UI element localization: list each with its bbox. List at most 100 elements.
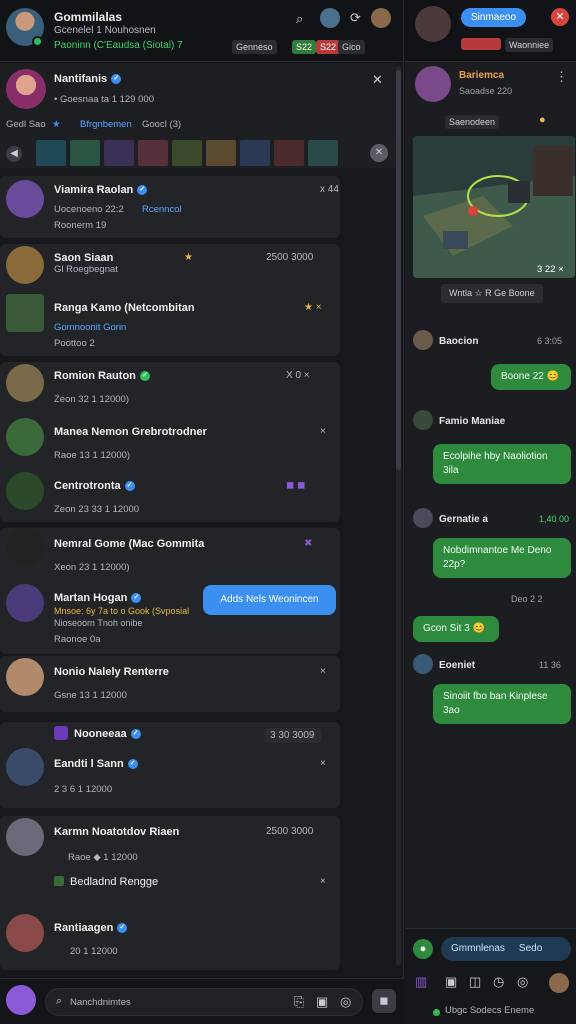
game-screenshot-image[interactable]: 3 22 ×	[413, 136, 575, 278]
chat-preview: Gsne 13 1 12000	[54, 690, 127, 701]
status-line: Paoninn (C'Eaudsa (Siotal) 7	[54, 40, 183, 51]
chat-actions[interactable]: x 44	[320, 184, 339, 195]
add-icon[interactable]: ●	[413, 939, 433, 959]
conversation-panel: Sinmaeoo ✕ Waonniee Bariemca Saoadse 220…	[405, 0, 576, 1024]
image-icon[interactable]: ▣	[445, 975, 457, 988]
close-icon[interactable]: ✕	[551, 8, 569, 26]
pinned-name: Nantifanis ✓	[54, 73, 122, 85]
verified-icon: ✓	[111, 74, 122, 85]
filter-bar[interactable]: Wntla ☆ R Ge Boone	[441, 284, 543, 303]
chat-actions[interactable]: X 0 ×	[286, 370, 310, 381]
message-bubble[interactable]: Gcon Sit 3 😊	[413, 616, 499, 642]
contact-name: Eandti l Sann ✓	[54, 758, 138, 770]
contact-name: Viamira Raolan ✓	[54, 184, 148, 196]
send-button[interactable]: Sedo	[519, 943, 542, 954]
reply-input[interactable]: Gmmnlenas Sedo	[441, 937, 571, 961]
profile-name: Bariemca	[459, 70, 505, 81]
media-thumbnail[interactable]	[274, 140, 304, 166]
title-button[interactable]: Sinmaeoo	[461, 8, 527, 27]
chat-actions[interactable]: ×	[320, 426, 326, 437]
verified-icon: ✓	[131, 593, 142, 604]
share-icon[interactable]: ⟳	[350, 11, 361, 24]
media-thumbnail[interactable]	[36, 140, 66, 166]
profile-avatar	[415, 66, 451, 102]
chat-actions[interactable]: ×	[320, 876, 326, 887]
message-bubble[interactable]: Sinoiit fbo ban Kinplese 3ao	[433, 684, 571, 724]
chat-actions[interactable]: ×	[320, 758, 326, 769]
search-icon[interactable]: ⌕	[296, 12, 303, 25]
contact-name: Ranga Kamo (Netcombitan	[54, 302, 195, 314]
message-bubble[interactable]: Ecolpihe hby Naoliotion 3ila	[433, 444, 571, 484]
user-avatar[interactable]	[415, 6, 451, 42]
contact-avatar	[6, 180, 44, 218]
contact-avatar	[6, 364, 44, 402]
message-time: 1,40 00	[539, 514, 570, 524]
app-title: Gommilalas	[54, 10, 123, 24]
pinned-meta: • Goesnaa ta 1 129 000	[54, 94, 154, 105]
contact-avatar	[6, 748, 44, 786]
chip-gico[interactable]: Gico	[338, 40, 365, 54]
clock-icon[interactable]: ◷	[493, 975, 504, 988]
status-icon: ●	[539, 114, 546, 126]
list-icon	[54, 876, 64, 886]
grid-icon[interactable]: ▥	[415, 975, 427, 988]
verified-icon: ✓	[124, 481, 135, 492]
dropdown-select[interactable]: Waonniee	[505, 38, 554, 52]
image-caption: Saenodeen	[445, 115, 500, 129]
media-thumbnail[interactable]	[308, 140, 338, 166]
pinned-avatar	[6, 69, 46, 109]
profile-meta: Saoadse 220	[459, 86, 513, 96]
contact-name: Karmn Noatotdov Riaen	[54, 826, 180, 838]
chat-preview: Zeon 23 33 1 12000	[54, 504, 140, 515]
chat-meta: Poottoo 2	[54, 338, 95, 349]
close-icon[interactable]: ✕	[372, 73, 383, 86]
media-thumbnail[interactable]	[172, 140, 202, 166]
media-thumbnail[interactable]	[206, 140, 236, 166]
pinned-tag2[interactable]: Goocl (3)	[142, 119, 181, 130]
chat-card[interactable]: Romion Rauton ✓ Zeon 32 1 12000) X 0 × Ma…	[0, 362, 340, 522]
user-avatar[interactable]	[549, 973, 569, 993]
emoji-icon[interactable]: ◎	[340, 995, 351, 1008]
send-icon[interactable]: ◼	[372, 989, 396, 1013]
pinned-chat[interactable]: Nantifanis ✓ • Goesnaa ta 1 129 000 ✕ Ged…	[0, 63, 396, 138]
message-bubble[interactable]: Nobdimnantoe Me Deno 22p?	[433, 538, 571, 578]
chat-card[interactable]: Nooneeaa ✓ 3 30 3009 Eandti l Sann ✓ 2 3 6…	[0, 722, 340, 808]
media-thumbnail[interactable]	[240, 140, 270, 166]
search-input[interactable]: ⌕ Nanchdnimtes ⎘ ▣ ◎	[45, 988, 363, 1016]
user-avatar[interactable]	[6, 985, 36, 1015]
attach-icon[interactable]: ⎘	[294, 995, 304, 1008]
contact-name: Bedladnd Rengge	[70, 876, 159, 888]
chat-card[interactable]: Nonio Nalely Renterre Gsne 13 1 12000 ×	[0, 656, 340, 712]
chip-genneso[interactable]: Genneso	[232, 40, 277, 54]
contact-avatar-icon[interactable]	[320, 8, 340, 28]
more-icon[interactable]: ⋮	[555, 70, 568, 83]
verified-icon: ✓	[130, 729, 141, 740]
search-icon: ⌕	[56, 995, 63, 1007]
media-thumbnail[interactable]	[104, 140, 134, 166]
message-bubble[interactable]: Boone 22 😊	[491, 364, 571, 390]
emoji-icon[interactable]: ◎	[517, 975, 528, 988]
media-thumbnail[interactable]	[70, 140, 100, 166]
chat-actions[interactable]: ★ ×	[304, 302, 322, 313]
chip-s22-green[interactable]: S22	[292, 40, 317, 54]
profile-avatar-icon[interactable]	[371, 8, 391, 28]
chat-card[interactable]: Saon Siaan Gl Roegbegnat ★ 2500 3000 Ran…	[0, 244, 340, 356]
chat-card[interactable]: Karmn Noatotdov Riaen Raoe ◆ 1 12000 250…	[0, 816, 340, 970]
image-icon[interactable]: ▣	[316, 995, 328, 1008]
scrollbar-thumb[interactable]	[396, 70, 401, 470]
gif-icon[interactable]: ◫	[469, 975, 481, 988]
chat-preview: Mnsoe: 6y 7a to o Gook (Svposial	[54, 606, 190, 616]
chat-actions[interactable]: ×	[320, 666, 326, 677]
close-icon[interactable]: ✕	[370, 144, 388, 162]
media-thumbnail[interactable]	[138, 140, 168, 166]
contact-name: Manea Nemon Grebrotrodner	[54, 426, 207, 438]
previous-icon[interactable]: ◀	[6, 146, 22, 162]
chat-actions[interactable]: ✖	[304, 538, 312, 549]
chip-s22-red[interactable]: S22	[316, 40, 341, 54]
pinned-tag[interactable]: Bfrgnbemen	[80, 119, 132, 130]
chat-actions[interactable]: ◼ ◼	[286, 480, 305, 491]
media-thumbnail-strip[interactable]: ◀ ✕	[0, 138, 396, 168]
chat-card[interactable]: Viamira Raolan ✓ Uocenoeno 22:2 Rcenncol …	[0, 176, 340, 238]
tooltip-bubble[interactable]: Adds Nels Weonincen	[203, 585, 336, 615]
contact-name: Saon Siaan	[54, 252, 114, 264]
